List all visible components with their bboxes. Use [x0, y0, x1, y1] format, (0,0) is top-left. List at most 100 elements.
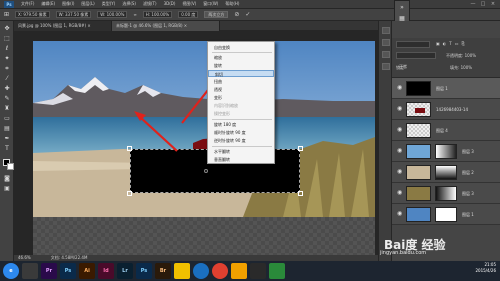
app-icon[interactable] — [250, 263, 266, 279]
stamp-tool-icon[interactable]: ♜ — [3, 105, 11, 113]
angle-field[interactable]: 0.00 度 — [178, 11, 199, 18]
folder-icon[interactable] — [174, 263, 190, 279]
marquee-tool-icon[interactable]: ⬚ — [3, 35, 11, 43]
app-icon[interactable] — [269, 263, 285, 279]
screen-mode-icon[interactable]: ▣ — [3, 185, 11, 193]
type-filter-icon[interactable]: T — [449, 42, 451, 46]
layer-row[interactable]: ◉ 图层 1 — [392, 78, 500, 99]
menu-item-rotate[interactable]: 旋转 — [208, 62, 274, 69]
layer-mask-thumbnail[interactable] — [435, 165, 457, 180]
menu-3d[interactable]: 3D(D) — [164, 2, 176, 6]
lasso-tool-icon[interactable]: ℓ — [3, 45, 11, 53]
zoom-level[interactable]: 46.6% — [18, 256, 31, 260]
type-tool-icon[interactable]: T — [3, 145, 11, 153]
menu-item-distort[interactable]: 扭曲 — [208, 78, 274, 85]
adjustments-panel-icon[interactable] — [382, 51, 390, 58]
visibility-eye-icon[interactable]: ◉ — [397, 190, 402, 196]
menu-view[interactable]: 视图(V) — [182, 2, 196, 6]
tab-untitled-doc[interactable]: 未标题-1 @ 46.6% (图层 1, RGB/8) × — [112, 21, 220, 31]
app-icon[interactable] — [231, 263, 247, 279]
check-icon[interactable]: ✓ — [245, 11, 250, 18]
indesign-icon[interactable]: Id — [98, 263, 114, 279]
x-position-field[interactable]: X: 979.50 像素 — [15, 11, 50, 18]
layer-mask-thumbnail[interactable] — [435, 207, 457, 222]
layer-row[interactable]: ◉ 图层 3 — [392, 183, 500, 204]
cancel-icon[interactable]: ⊘ — [234, 11, 239, 18]
layer-mask-thumbnail[interactable] — [435, 186, 457, 201]
menu-item-rotate-90-ccw[interactable]: 逆时针旋转 90 度 — [208, 137, 274, 144]
visibility-eye-icon[interactable]: ◉ — [397, 169, 402, 175]
menu-item-flip-horizontal[interactable]: 水平翻转 — [208, 148, 274, 155]
properties-panel-icon[interactable] — [382, 39, 390, 46]
menu-item-rotate-90-cw[interactable]: 顺时针旋转 90 度 — [208, 129, 274, 136]
system-tray-clock[interactable]: 21:05 2015/4/26 — [475, 263, 496, 273]
visibility-eye-icon[interactable]: ◉ — [397, 211, 402, 217]
menu-help[interactable]: 帮助(H) — [225, 2, 239, 6]
menu-item-free-transform[interactable]: 自由变换 — [208, 44, 274, 51]
pen-tool-icon[interactable]: ✒ — [3, 135, 11, 143]
layer-row[interactable]: ◉ 图层 1 — [392, 204, 500, 225]
shape-filter-icon[interactable]: ▭ — [455, 42, 459, 46]
photoshop-icon[interactable]: Ps — [136, 263, 152, 279]
layer-row[interactable]: ◉ 图层 4 — [392, 120, 500, 141]
menu-layer[interactable]: 图层(L) — [81, 2, 94, 6]
illustrator-icon[interactable]: Ai — [79, 263, 95, 279]
opacity-field[interactable]: 不透明度: 100% — [446, 54, 476, 58]
background-color-swatch[interactable] — [7, 163, 14, 170]
canvas-area[interactable] — [14, 31, 378, 255]
layer-row[interactable]: ◉ 1426984403-14 — [392, 99, 500, 120]
width-field[interactable]: W: 337.50 像素 — [55, 11, 92, 18]
history-panel-icon[interactable] — [382, 27, 390, 34]
menu-item-flip-vertical[interactable]: 垂直翻转 — [208, 156, 274, 163]
height-percent-field[interactable]: H: 100.00% — [142, 11, 173, 18]
menu-item-rotate-180[interactable]: 旋转 180 度 — [208, 121, 274, 128]
smart-object-filter-icon[interactable]: ⎘ — [462, 42, 465, 46]
layer-row[interactable]: ◉ 图层 3 — [392, 141, 500, 162]
pixel-filter-icon[interactable]: ▣ — [436, 42, 440, 46]
layer-mask-thumbnail[interactable] — [435, 144, 457, 159]
menu-file[interactable]: 文件(F) — [21, 2, 34, 6]
magic-wand-tool-icon[interactable]: ✦ — [3, 55, 11, 63]
move-tool-icon[interactable]: ✥ — [3, 25, 11, 33]
menu-window[interactable]: 窗口(W) — [203, 2, 218, 6]
interpolation-select[interactable]: 两次立方 — [204, 11, 229, 18]
menu-type[interactable]: 类型(Y) — [102, 2, 116, 6]
menu-item-skew[interactable]: 斜切 — [208, 70, 274, 77]
taskbar-app-icon[interactable] — [22, 263, 38, 279]
close-button[interactable]: × — [490, 1, 496, 7]
collapse-arrows-icon[interactable]: » — [395, 4, 409, 11]
healing-brush-tool-icon[interactable]: ✚ — [3, 85, 11, 93]
character-panel-icon[interactable] — [382, 63, 390, 70]
menu-item-perspective[interactable]: 透视 — [208, 86, 274, 93]
visibility-eye-icon[interactable]: ◉ — [397, 127, 402, 133]
gradient-tool-icon[interactable]: ▤ — [3, 125, 11, 133]
link-icon[interactable]: ∞ — [133, 12, 136, 17]
menu-item-scale[interactable]: 缩放 — [208, 54, 274, 61]
tab-landscape-doc[interactable]: 风景.jpg @ 100% (图层 1, RGB/8#) × — [14, 21, 112, 31]
bridge-icon[interactable]: Br — [155, 263, 171, 279]
menu-item-warp[interactable]: 变形 — [208, 94, 274, 101]
visibility-eye-icon[interactable]: ◉ — [397, 148, 402, 154]
visibility-eye-icon[interactable]: ◉ — [397, 106, 402, 112]
width-percent-field[interactable]: W: 100.00% — [97, 11, 128, 18]
taskbar-app-icon[interactable]: e — [3, 263, 19, 279]
minimize-button[interactable]: — — [470, 1, 476, 7]
menu-select[interactable]: 选择(S) — [122, 2, 136, 6]
brush-tool-icon[interactable]: ✎ — [3, 95, 11, 103]
menu-filter[interactable]: 滤镜(T) — [143, 2, 157, 6]
adjustment-filter-icon[interactable]: ◐ — [443, 42, 447, 46]
crop-tool-icon[interactable]: ⌗ — [3, 65, 11, 73]
maximize-button[interactable]: □ — [480, 1, 486, 7]
eraser-tool-icon[interactable]: ▭ — [3, 115, 11, 123]
blend-mode-select[interactable]: 正常 — [396, 52, 436, 69]
fill-field[interactable]: 填充: 100% — [450, 66, 472, 70]
chrome-icon[interactable] — [212, 263, 228, 279]
layer-row[interactable]: ◉ 图层 2 — [392, 162, 500, 183]
qq-icon[interactable] — [193, 263, 209, 279]
quick-mask-icon[interactable]: ◙ — [3, 175, 11, 183]
lightroom-icon[interactable]: Lr — [117, 263, 133, 279]
menu-edit[interactable]: 编辑(E) — [41, 2, 55, 6]
menu-image[interactable]: 图像(I) — [62, 2, 74, 6]
layer-filter-select[interactable]: 类型 — [396, 41, 430, 58]
premiere-icon[interactable]: Pr — [41, 263, 57, 279]
